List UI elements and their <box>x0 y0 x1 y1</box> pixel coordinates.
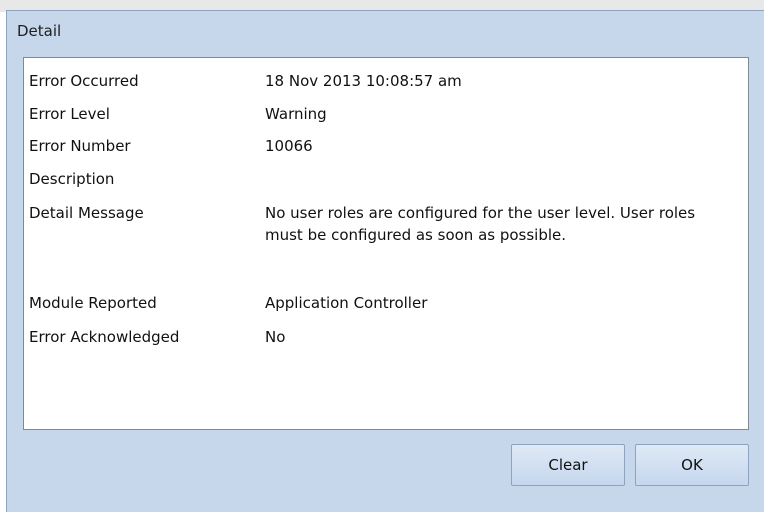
field-label: Error Number <box>29 137 131 155</box>
ok-button[interactable]: OK <box>635 444 749 486</box>
field-label: Module Reported <box>29 294 157 312</box>
dialog-title: Detail <box>17 22 62 40</box>
field-value: No user roles are configured for the use… <box>265 204 696 244</box>
field-value: No <box>265 328 286 346</box>
field-value: 18 Nov 2013 10:08:57 am <box>265 72 462 90</box>
field-label: Error Acknowledged <box>29 328 180 346</box>
clear-button[interactable]: Clear <box>511 444 625 486</box>
field-label: Error Occurred <box>29 72 139 90</box>
field-label: Error Level <box>29 105 110 123</box>
field-value: Application Controller <box>265 294 428 312</box>
field-value: 10066 <box>265 137 313 155</box>
field-label: Detail Message <box>29 204 144 222</box>
field-label: Description <box>29 170 115 188</box>
field-value: Warning <box>265 105 327 123</box>
detail-panel: Error Occurred 18 Nov 2013 10:08:57 am E… <box>23 57 749 430</box>
